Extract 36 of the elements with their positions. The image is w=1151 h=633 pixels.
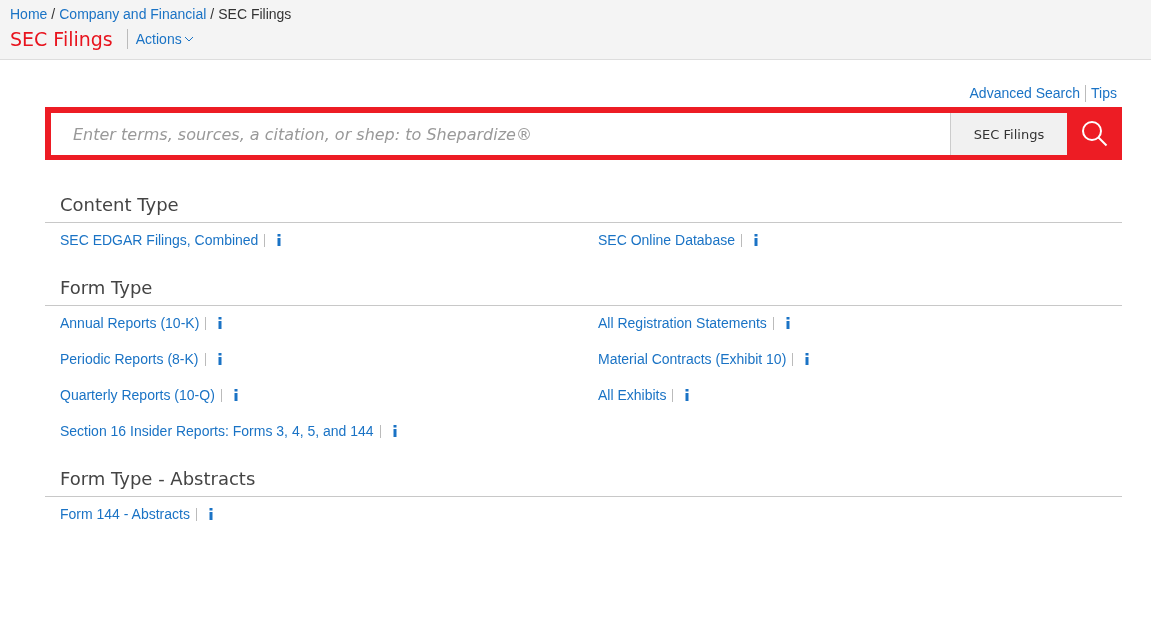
breadcrumb-link[interactable]: Company and Financial bbox=[59, 6, 207, 22]
source-link[interactable]: Quarterly Reports (10-Q) bbox=[60, 387, 215, 403]
breadcrumb-separator: / bbox=[210, 6, 215, 22]
info-icon[interactable] bbox=[685, 389, 690, 401]
source-link[interactable]: Periodic Reports (8-K) bbox=[60, 351, 199, 367]
info-icon[interactable] bbox=[392, 425, 397, 437]
search-link[interactable]: Advanced Search bbox=[964, 85, 1086, 102]
actions-menu[interactable]: Actions bbox=[126, 29, 194, 49]
info-icon[interactable] bbox=[805, 353, 810, 365]
search-link[interactable]: Tips bbox=[1085, 85, 1122, 102]
source-link[interactable]: Section 16 Insider Reports: Forms 3, 4, 5, and 144 bbox=[60, 423, 374, 439]
search-field[interactable]: Enter terms, sources, a citation, or shep: to Shepardize® bbox=[51, 113, 951, 155]
source-link[interactable]: Form 144 - Abstracts bbox=[60, 506, 190, 522]
search-icon bbox=[1080, 120, 1109, 148]
source-link[interactable]: Annual Reports (10-K) bbox=[60, 315, 200, 331]
source-link[interactable]: Material Contracts (Exhibit 10) bbox=[598, 351, 787, 367]
chevron-down-icon bbox=[183, 36, 194, 42]
info-icon[interactable] bbox=[753, 234, 758, 246]
info-icon[interactable] bbox=[785, 317, 790, 329]
info-icon[interactable] bbox=[233, 389, 238, 401]
info-icon[interactable] bbox=[218, 317, 223, 329]
source-link[interactable]: All Registration Statements bbox=[598, 315, 767, 331]
source-link[interactable]: SEC EDGAR Filings, Combined bbox=[60, 232, 259, 248]
breadcrumb-link[interactable]: Home bbox=[10, 6, 48, 22]
page-title: SEC Filings bbox=[10, 28, 113, 50]
source-link[interactable]: SEC Online Database bbox=[598, 232, 735, 248]
section-heading: Form Type - Abstracts bbox=[45, 468, 1122, 497]
source-link[interactable]: All Exhibits bbox=[598, 387, 667, 403]
breadcrumb-separator: / bbox=[51, 6, 56, 22]
search-scope[interactable]: SEC Filings bbox=[951, 113, 1067, 155]
info-icon[interactable] bbox=[217, 353, 222, 365]
info-icon[interactable] bbox=[208, 508, 213, 520]
breadcrumb-current: SEC Filings bbox=[218, 6, 292, 22]
info-icon[interactable] bbox=[277, 234, 282, 246]
section-heading: Form Type bbox=[45, 277, 1122, 306]
section-heading: Content Type bbox=[45, 194, 1122, 223]
